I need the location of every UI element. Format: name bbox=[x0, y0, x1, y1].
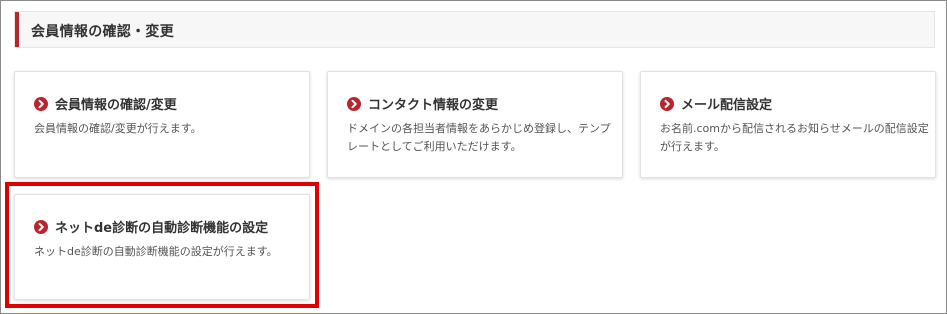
chevron-right-circle-icon bbox=[34, 219, 48, 234]
card-title: メール配信設定 bbox=[660, 94, 772, 113]
card-title: 会員情報の確認/変更 bbox=[34, 94, 177, 113]
page-title: 会員情報の確認・変更 bbox=[31, 24, 174, 40]
card-title-label: ネットde診断の自動診断機能の設定 bbox=[55, 221, 269, 236]
card-description: ドメインの各担当者情報をあらかじめ登録し、テンプレートとしてご利用いただけます。 bbox=[347, 122, 611, 153]
card-title-label: メール配信設定 bbox=[681, 98, 773, 113]
card-title-label: 会員情報の確認/変更 bbox=[55, 98, 177, 113]
card-title-label: コンタクト情報の変更 bbox=[368, 98, 499, 113]
chevron-right-circle-icon bbox=[660, 96, 674, 111]
card-contact-info[interactable]: コンタクト情報の変更 ドメインの各担当者情報をあらかじめ登録し、テンプレートとし… bbox=[327, 71, 623, 178]
card-auto-diagnosis[interactable]: ネットde診断の自動診断機能の設定 ネットde診断の自動診断機能の設定が行えます… bbox=[14, 194, 310, 300]
card-description: ネットde診断の自動診断機能の設定が行えます。 bbox=[34, 245, 278, 258]
card-description: 会員情報の確認/変更が行えます。 bbox=[34, 122, 202, 135]
chevron-right-circle-icon bbox=[347, 96, 361, 111]
card-title: コンタクト情報の変更 bbox=[347, 94, 498, 113]
card-title: ネットde診断の自動診断機能の設定 bbox=[34, 217, 268, 236]
header-accent-bar bbox=[15, 12, 19, 47]
section-header: 会員情報の確認・変更 bbox=[14, 11, 935, 48]
card-member-info[interactable]: 会員情報の確認/変更 会員情報の確認/変更が行えます。 bbox=[14, 71, 310, 178]
card-description: お名前.comから配信されるお知らせメールの配信設定が行えます。 bbox=[660, 122, 929, 153]
card-mail-settings[interactable]: メール配信設定 お名前.comから配信されるお知らせメールの配信設定が行えます。 bbox=[640, 71, 936, 178]
page-frame: 会員情報の確認・変更 会員情報の確認/変更 会員情報の確認/変更が行えます。 コ… bbox=[0, 0, 947, 314]
chevron-right-circle-icon bbox=[34, 96, 48, 111]
